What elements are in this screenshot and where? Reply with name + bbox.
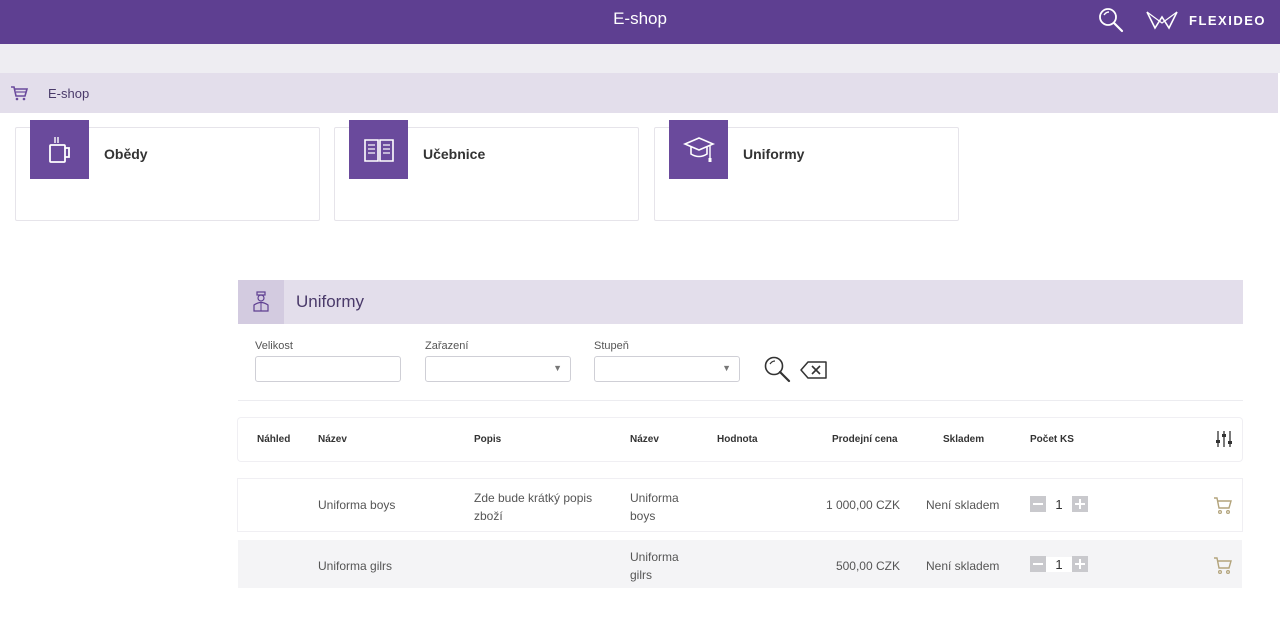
name2-cell: Uniforma gilrs [630,550,679,582]
graduation-cap-icon [682,136,715,162]
chevron-down-icon: ▼ [722,363,731,373]
zarazeni-select[interactable]: ▼ [425,356,571,382]
category-tile [669,120,728,179]
stupen-select[interactable]: ▼ [594,356,740,382]
quantity-stepper: 1 [1030,496,1088,512]
column-header[interactable]: Prodejní cena [832,434,898,445]
increase-button[interactable] [1072,496,1088,512]
filter-label: Stupeň [594,340,629,352]
column-header[interactable]: Počet KS [1030,434,1074,445]
column-header[interactable]: Popis [474,434,501,445]
add-to-cart-icon[interactable] [1213,555,1233,575]
table-row: Uniforma boys Zde bude krátký popis zbož… [238,479,1242,531]
filter-zarazeni: Zařazení ▼ [425,340,571,382]
table-header: Náhled Název Popis Název Hodnota Prodejn… [238,418,1242,461]
breadcrumb: E-shop [0,73,1278,113]
column-settings-icon[interactable] [1215,430,1233,448]
category-tile [349,120,408,179]
name-cell[interactable]: Uniforma gilrs [318,559,392,573]
sub-bar [0,44,1280,73]
column-header[interactable]: Skladem [943,434,984,445]
filter-bar: Velikost Zařazení ▼ Stupeň ▼ [238,324,1243,401]
name-cell[interactable]: Uniforma boys [318,498,395,512]
quantity-value[interactable]: 1 [1046,496,1072,512]
stock-cell: Není skladem [926,559,1000,573]
panel-title: Uniformy [296,292,365,311]
description-cell: Zde bude krátký popis zboží [474,491,593,523]
category-label: Obědy [104,146,148,162]
book-icon [363,138,394,162]
filter-stupen: Stupeň ▼ [594,340,740,382]
name2-cell: Uniforma boys [630,491,679,523]
decrease-button[interactable] [1030,496,1046,512]
velikost-input[interactable] [255,356,401,382]
add-to-cart-icon[interactable] [1213,495,1233,515]
cart-icon [11,86,28,101]
clear-filter-icon[interactable] [800,360,828,380]
category-label: Učebnice [423,146,486,162]
chevron-down-icon: ▼ [553,363,562,373]
app-title: E-shop [613,9,667,28]
category-label: Uniformy [743,146,805,162]
top-bar: E-shop FLEXIDEO [0,0,1280,44]
column-header[interactable]: Náhled [257,434,290,445]
breadcrumb-label[interactable]: E-shop [48,86,89,101]
price-cell: 1 000,00 CZK [825,498,900,512]
increase-button[interactable] [1072,556,1088,572]
category-card-obedy[interactable]: Obědy [15,120,320,221]
brand-name: FLEXIDEO [1189,12,1267,28]
flexideo-logo: FLEXIDEO [1145,8,1266,32]
price-cell: 500,00 CZK [835,559,900,573]
search-icon[interactable] [1097,6,1125,34]
filter-search-icon[interactable] [762,354,792,384]
mug-icon [48,136,70,163]
uniform-person-icon [253,291,269,312]
quantity-value[interactable]: 1 [1046,556,1072,572]
flexideo-logo-icon [1146,11,1178,30]
column-header[interactable]: Hodnota [717,434,758,445]
column-header[interactable]: Název [630,434,659,445]
quantity-stepper: 1 [1030,556,1088,572]
decrease-button[interactable] [1030,556,1046,572]
panel-header: Uniformy [238,280,1243,324]
table-row: Uniforma gilrs Uniforma gilrs 500,00 CZK… [238,540,1242,588]
filter-label: Zařazení [425,340,469,352]
stock-cell: Není skladem [926,498,1000,512]
category-tile [30,120,89,179]
category-card-ucebnice[interactable]: Učebnice [334,120,639,221]
panel-icon-box [238,280,284,324]
filter-label: Velikost [255,340,293,352]
category-card-uniformy[interactable]: Uniformy [654,120,959,221]
column-header[interactable]: Název [318,434,347,445]
filter-velikost: Velikost [255,340,401,382]
